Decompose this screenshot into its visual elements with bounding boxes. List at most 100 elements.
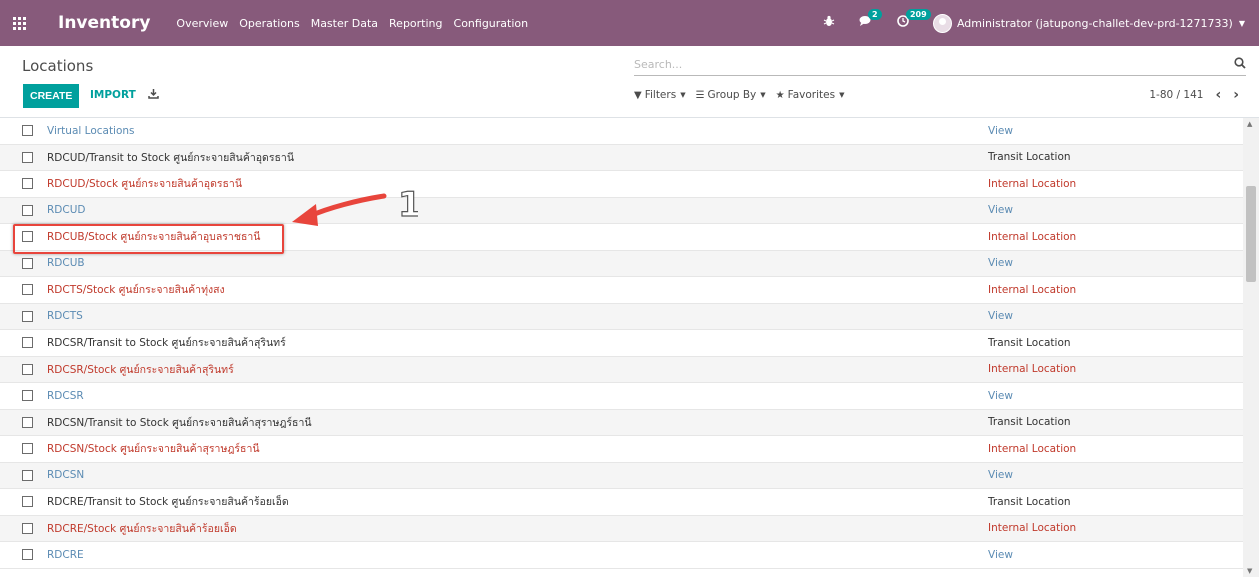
user-label: Administrator (jatupong-challet-dev-prd-… <box>956 16 1233 30</box>
table-row[interactable]: RDCTS View <box>0 303 1243 330</box>
favorites-dropdown[interactable]: ★ Favorites ▼ <box>776 89 845 101</box>
search-input[interactable] <box>634 54 1224 74</box>
row-checkbox[interactable] <box>22 416 33 428</box>
filters-dropdown[interactable]: ▼ Filters ▼ <box>634 89 686 101</box>
row-checkbox[interactable] <box>22 337 33 349</box>
table-row[interactable]: RDCRE View <box>0 542 1243 569</box>
pager: 1-80 / 141 ‹ › <box>1149 88 1239 102</box>
messages-icon[interactable]: 2 <box>859 9 882 31</box>
chevron-left-icon[interactable]: ‹ <box>1215 88 1221 102</box>
row-checkbox[interactable] <box>22 522 33 534</box>
table-row[interactable]: RDCTS/Stock ศูนย์กระจายสินค้าทุ่งสง Inter… <box>0 277 1243 304</box>
location-type: Transit Location <box>988 495 1071 508</box>
chevron-right-icon[interactable]: › <box>1233 88 1239 102</box>
star-icon: ★ <box>775 89 785 101</box>
row-checkbox[interactable] <box>22 469 33 481</box>
row-checkbox[interactable] <box>22 284 33 296</box>
table-row[interactable]: RDCUB View <box>0 250 1243 277</box>
menu-item-reporting[interactable]: Reporting <box>389 17 442 30</box>
main-menu: Overview Operations Master Data Reportin… <box>176 17 539 30</box>
filters-label: Filters <box>644 89 677 101</box>
scroll-down-icon[interactable]: ▼ <box>1247 567 1252 575</box>
location-type: Internal Location <box>988 363 1077 376</box>
location-type: View <box>988 469 1013 482</box>
row-checkbox[interactable] <box>22 310 33 322</box>
row-checkbox[interactable] <box>22 443 33 455</box>
location-type: Internal Location <box>988 177 1077 190</box>
table-row[interactable]: Virtual Locations View <box>0 118 1243 145</box>
annotation-step-number: 1 <box>398 185 418 225</box>
location-name: RDCRE/Transit to Stock ศูนย์กระจายสินค้า… <box>47 496 289 509</box>
table-row[interactable]: RDCSN View <box>0 462 1243 489</box>
location-type: Transit Location <box>988 151 1071 164</box>
menu-item-master-data[interactable]: Master Data <box>311 17 378 30</box>
favorites-label: Favorites <box>787 89 836 101</box>
scrollbar[interactable]: ▲ ▼ <box>1243 118 1259 577</box>
location-name: RDCSN/Stock ศูนย์กระจายสินค้าสุราษฎร์ธาน… <box>47 443 260 456</box>
location-type: View <box>988 204 1013 217</box>
scroll-thumb[interactable] <box>1246 186 1256 282</box>
location-name: RDCSR/Transit to Stock ศูนย์กระจายสินค้า… <box>47 337 286 350</box>
location-name: RDCTS <box>47 310 83 323</box>
scroll-up-icon[interactable]: ▲ <box>1247 120 1252 128</box>
caret-down-icon: ▼ <box>680 91 686 99</box>
groupby-dropdown[interactable]: ☰ Group By ▼ <box>696 89 766 101</box>
systray: 2 209 Administrator (jatupong-challet-de… <box>823 0 1259 46</box>
menu-item-operations[interactable]: Operations <box>239 17 299 30</box>
location-type: View <box>988 124 1013 137</box>
row-checkbox[interactable] <box>22 363 33 375</box>
table-row[interactable]: RDCUD/Transit to Stock ศูนย์กระจายสินค้า… <box>0 144 1243 171</box>
location-name: RDCSR/Stock ศูนย์กระจายสินค้าสุรินทร์ <box>47 363 234 376</box>
pager-value[interactable]: 1-80 / 141 <box>1149 89 1203 101</box>
row-checkbox[interactable] <box>22 390 33 402</box>
bars-icon: ☰ <box>695 89 705 101</box>
table-row[interactable]: RDCSR/Stock ศูนย์กระจายสินค้าสุรินทร์ Int… <box>0 356 1243 383</box>
location-name: RDCSN <box>47 469 85 482</box>
location-name: RDCUD <box>47 204 86 217</box>
user-menu[interactable]: Administrator (jatupong-challet-dev-prd-… <box>932 13 1245 33</box>
location-name: RDCSR <box>47 389 84 402</box>
filter-icon: ▼ <box>634 89 642 101</box>
menu-item-overview[interactable]: Overview <box>176 17 228 30</box>
table-row[interactable]: RDCRE/Transit to Stock ศูนย์กระจายสินค้า… <box>0 489 1243 516</box>
row-checkbox[interactable] <box>22 549 33 561</box>
location-name: RDCUB <box>47 257 85 270</box>
activities-badge: 209 <box>905 9 931 20</box>
create-button[interactable]: CREATE <box>23 84 80 108</box>
row-checkbox[interactable] <box>22 257 33 269</box>
table-row[interactable]: RDCRE/Stock ศูนย์กระจายสินค้าร้อยเอ็ด Int… <box>0 515 1243 542</box>
row-checkbox[interactable] <box>22 496 33 508</box>
app-name[interactable]: Inventory <box>58 13 150 33</box>
table-row[interactable]: RDCSR/Transit to Stock ศูนย์กระจายสินค้า… <box>0 330 1243 357</box>
table-row[interactable]: RDCUD/Stock ศูนย์กระจายสินค้าอุดรธานี Int… <box>0 171 1243 198</box>
table-row[interactable]: RDCSR View <box>0 383 1243 410</box>
apps-menu-button[interactable] <box>0 0 38 46</box>
download-icon[interactable] <box>148 88 159 102</box>
table-row[interactable]: RDCSN/Transit to Stock ศูนย์กระจายสินค้า… <box>0 409 1243 436</box>
row-checkbox[interactable] <box>22 178 33 190</box>
location-type: Internal Location <box>988 230 1077 243</box>
search-options: ▼ Filters ▼ ☰ Group By ▼ ★ Favorites ▼ <box>634 89 854 101</box>
debug-bug-icon[interactable] <box>823 15 835 31</box>
location-type: Transit Location <box>988 336 1071 349</box>
location-name: Virtual Locations <box>47 124 135 137</box>
messages-badge: 2 <box>867 9 882 20</box>
activities-clock-icon[interactable]: 209 <box>897 9 931 31</box>
table-row[interactable]: RDCUD View <box>0 197 1243 224</box>
location-name: RDCRE/Stock ศูนย์กระจายสินค้าร้อยเอ็ด <box>47 522 237 535</box>
table-row[interactable]: RDCSN/Stock ศูนย์กระจายสินค้าสุราษฎร์ธาน… <box>0 436 1243 463</box>
location-name: RDCSN/Transit to Stock ศูนย์กระจายสินค้า… <box>47 416 312 429</box>
search-icon[interactable] <box>1234 57 1246 73</box>
location-name: RDCTS/Stock ศูนย์กระจายสินค้าทุ่งสง <box>47 284 225 297</box>
menu-item-configuration[interactable]: Configuration <box>454 17 529 30</box>
annotation-highlight-box <box>13 224 284 254</box>
groupby-label: Group By <box>707 89 757 101</box>
location-type: Internal Location <box>988 522 1077 535</box>
import-button[interactable]: IMPORT <box>90 89 136 101</box>
row-checkbox[interactable] <box>22 125 33 137</box>
top-navbar: Inventory Overview Operations Master Dat… <box>0 0 1259 46</box>
row-checkbox[interactable] <box>22 204 33 216</box>
grid-icon <box>12 16 26 30</box>
location-type: View <box>988 389 1013 402</box>
row-checkbox[interactable] <box>22 151 33 163</box>
